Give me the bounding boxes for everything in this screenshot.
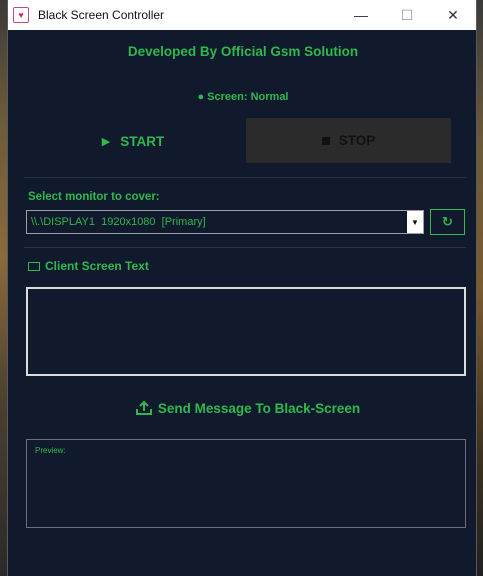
maximize-button[interactable]: ☐	[384, 0, 430, 30]
stop-button[interactable]: STOP	[246, 118, 451, 163]
desktop-background-right	[477, 0, 483, 576]
start-button[interactable]: ▶ START	[31, 119, 235, 163]
play-icon: ▶	[101, 135, 111, 148]
divider	[24, 247, 466, 248]
refresh-icon: ↻	[442, 214, 453, 229]
monitor-select[interactable]: \\.\DISPLAY1 1920x1080 [Primary] ▼	[26, 210, 424, 234]
screen-status: ● Screen: Normal	[197, 91, 289, 103]
preview-panel: Preview:	[26, 439, 466, 528]
minimize-button[interactable]: —	[338, 0, 384, 30]
send-message-button[interactable]: Send Message To Black-Screen	[128, 396, 368, 420]
app-window: ♥ Black Screen Controller — ☐ ✕ Develope…	[7, 0, 477, 576]
close-button[interactable]: ✕	[430, 0, 476, 30]
monitor-select-value: \\.\DISPLAY1 1920x1080 [Primary]	[31, 216, 206, 228]
window-title: Black Screen Controller	[38, 8, 165, 22]
preview-label: Preview:	[35, 446, 66, 455]
monitor-select-label: Select monitor to cover:	[28, 191, 160, 203]
divider	[24, 177, 466, 178]
client-screen-text-label-text: Client Screen Text	[45, 259, 149, 273]
start-button-label: START	[120, 133, 165, 149]
upload-icon	[135, 401, 152, 415]
send-message-label: Send Message To Black-Screen	[157, 400, 361, 416]
refresh-monitors-button[interactable]: ↻	[430, 209, 465, 235]
client-screen-text-input[interactable]	[26, 287, 466, 376]
chat-icon	[28, 261, 40, 271]
title-bar[interactable]: ♥ Black Screen Controller — ☐ ✕	[8, 0, 476, 30]
client-screen-text-label: Client Screen Text	[28, 259, 149, 273]
window-controls: — ☐ ✕	[338, 0, 476, 30]
stop-icon	[321, 136, 330, 145]
chevron-down-icon[interactable]: ▼	[407, 211, 423, 233]
developer-credit: Developed By Official Gsm Solution	[127, 44, 359, 59]
stop-button-label: STOP	[338, 133, 376, 148]
app-icon: ♥	[13, 7, 29, 23]
